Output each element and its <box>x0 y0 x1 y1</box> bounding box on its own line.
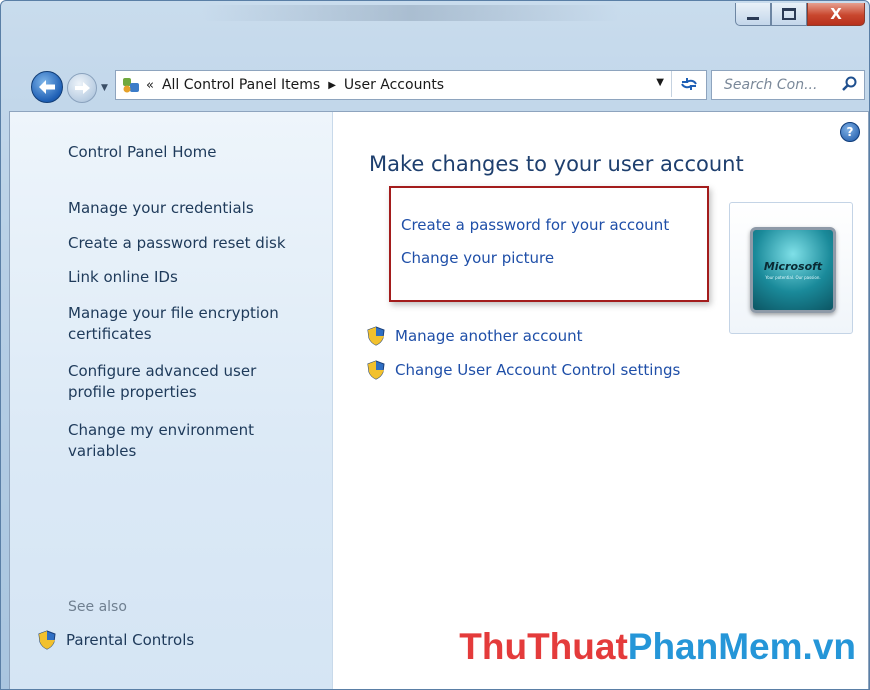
uac-shield-icon <box>367 360 385 380</box>
refresh-button[interactable] <box>671 71 706 97</box>
control-panel-window: X ▼ « All Control Panel Items ▶ User Acc… <box>0 0 870 690</box>
sidebar-item-link-online-ids[interactable]: Link online IDs <box>68 267 178 288</box>
minimize-icon <box>747 16 759 20</box>
address-dropdown-icon[interactable]: ▼ <box>656 77 664 88</box>
manage-another-account-link[interactable]: Manage another account <box>367 326 583 346</box>
recent-pages-dropdown-icon[interactable]: ▼ <box>101 83 108 93</box>
close-button[interactable]: X <box>807 3 865 26</box>
help-icon: ? <box>846 125 854 139</box>
back-button[interactable] <box>31 71 63 103</box>
address-bar[interactable]: « All Control Panel Items ▶ User Account… <box>115 70 707 100</box>
uac-shield-icon <box>367 326 385 346</box>
task-pane: Control Panel Home Manage your credentia… <box>10 112 333 689</box>
help-button[interactable]: ? <box>840 122 860 142</box>
navigation-bar: ▼ « All Control Panel Items ▶ User Accou… <box>1 61 869 105</box>
maximize-icon <box>782 8 796 20</box>
content-area: Control Panel Home Manage your credentia… <box>9 111 869 689</box>
sidebar-item-manage-credentials[interactable]: Manage your credentials <box>68 198 254 219</box>
sidebar-item-file-encryption[interactable]: Manage your file encryption certificates <box>68 303 318 345</box>
change-uac-settings-label[interactable]: Change User Account Control settings <box>395 361 680 379</box>
site-watermark: ThuThuatPhanMem.vn <box>459 626 856 668</box>
picture-tagline: Your potential. Our passion. <box>765 275 821 280</box>
change-uac-settings-link[interactable]: Change User Account Control settings <box>367 360 680 380</box>
see-also-label: See also <box>68 599 127 615</box>
user-account-picture: Microsoft Your potential. Our passion. <box>750 227 836 313</box>
minimize-button[interactable] <box>735 3 771 26</box>
main-panel: ? Make changes to your user account Crea… <box>333 112 868 689</box>
watermark-part-1: ThuThuat <box>459 626 628 667</box>
search-box[interactable]: Search Con... <box>711 70 865 100</box>
address-overflow-chevron[interactable]: « <box>146 78 154 93</box>
back-arrow-icon <box>39 80 55 94</box>
parental-controls-label[interactable]: Parental Controls <box>66 631 194 649</box>
sidebar-item-control-panel-home[interactable]: Control Panel Home <box>68 142 217 163</box>
picture-logo-text: Microsoft <box>763 260 823 273</box>
search-placeholder[interactable]: Search Con... <box>724 77 817 93</box>
parental-controls-link[interactable]: Parental Controls <box>38 630 194 650</box>
sidebar-item-password-reset-disk[interactable]: Create a password reset disk <box>68 233 286 254</box>
page-title: Make changes to your user account <box>369 152 744 176</box>
close-icon: X <box>830 5 842 23</box>
sidebar-item-advanced-profile[interactable]: Configure advanced user profile properti… <box>68 361 298 403</box>
caption-buttons: X <box>735 3 865 26</box>
search-icon[interactable] <box>842 76 858 92</box>
uac-shield-icon <box>38 630 56 650</box>
control-panel-icon <box>123 78 139 93</box>
sidebar-item-environment-variables[interactable]: Change my environment variables <box>68 420 298 462</box>
maximize-button[interactable] <box>771 3 807 26</box>
refresh-icon <box>681 78 697 90</box>
watermark-part-2: PhanMem.vn <box>627 626 856 667</box>
change-picture-link[interactable]: Change your picture <box>401 249 554 267</box>
breadcrumb-user-accounts[interactable]: User Accounts <box>344 77 444 93</box>
forward-button[interactable] <box>67 73 97 103</box>
breadcrumb-all-control-panel-items[interactable]: All Control Panel Items <box>162 77 320 93</box>
create-password-link[interactable]: Create a password for your account <box>401 216 669 234</box>
manage-another-account-label[interactable]: Manage another account <box>395 327 583 345</box>
title-bar-glass <box>201 5 621 21</box>
forward-arrow-icon <box>75 82 90 94</box>
title-bar: X <box>1 1 869 59</box>
breadcrumb-separator-icon[interactable]: ▶ <box>328 80 336 91</box>
highlight-box <box>389 186 709 302</box>
user-picture-frame: Microsoft Your potential. Our passion. <box>729 202 853 334</box>
